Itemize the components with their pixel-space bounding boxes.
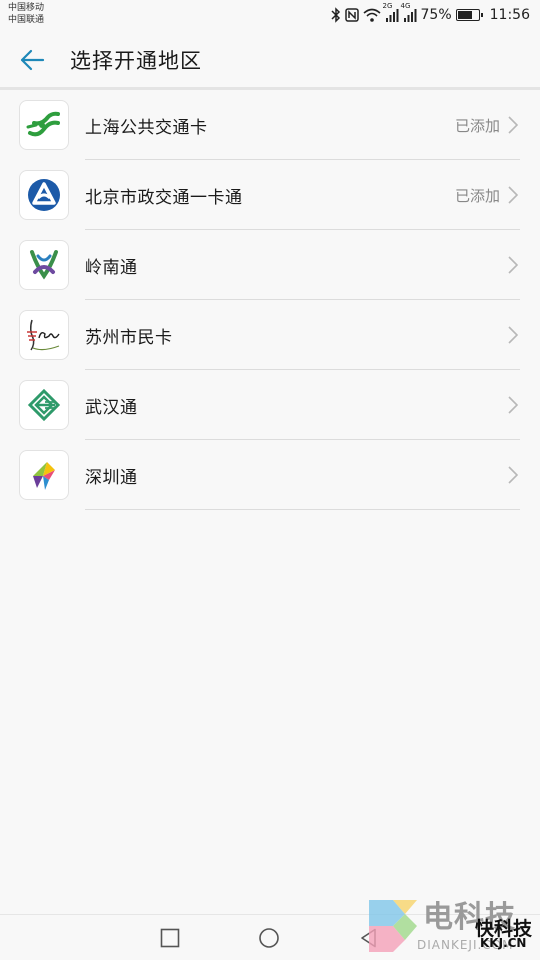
item-label: 岭南通	[85, 258, 138, 278]
watermark: 电科技 DIANKEJI.COM 快科技 KKJ.CN	[365, 890, 540, 960]
list-item-beijing[interactable]: 北京市政交通一卡通 已添加	[0, 160, 540, 230]
chevron-right-icon	[508, 186, 519, 204]
added-status: 已添加	[454, 187, 500, 205]
chevron-right-icon	[508, 326, 519, 344]
home-icon[interactable]	[258, 927, 280, 949]
network-2g-label: 2G	[382, 2, 393, 10]
shenzhen-card-logo	[19, 450, 69, 500]
list-item-shanghai[interactable]: 上海公共交通卡 已添加	[0, 90, 540, 160]
chevron-right-icon	[508, 256, 519, 274]
arrow-left-icon	[20, 49, 45, 71]
signal-2g-icon: 2G	[383, 2, 399, 22]
status-icons: 2G 4G 75% 11:56	[330, 2, 530, 25]
list-item-lingnan[interactable]: 岭南通	[0, 230, 540, 300]
list-item-wuhan[interactable]: 武汉通	[0, 370, 540, 440]
list-item-suzhou[interactable]: 苏州市民卡	[0, 300, 540, 370]
beijing-card-logo	[19, 170, 69, 220]
wifi-icon	[362, 8, 381, 22]
bluetooth-icon	[330, 7, 341, 23]
lingnan-card-logo	[19, 240, 69, 290]
shanghai-card-logo	[19, 100, 69, 150]
list-item-shenzhen[interactable]: 深圳通	[0, 440, 540, 510]
recent-apps-icon[interactable]	[159, 927, 181, 949]
suzhou-card-logo	[19, 310, 69, 360]
status-bar: 中国移动 中国联通 2G 4G 75% 11:56	[0, 0, 540, 30]
network-4g-label: 4G	[400, 2, 411, 10]
item-label: 深圳通	[85, 468, 138, 488]
item-label: 北京市政交通一卡通	[85, 188, 243, 208]
item-label: 苏州市民卡	[85, 328, 173, 348]
battery-icon	[455, 9, 483, 21]
app-bar: 选择开通地区	[0, 30, 540, 88]
region-list: 上海公共交通卡 已添加 北京市政交通一卡通 已添加 岭南通 苏州市民卡 武汉通 …	[0, 90, 540, 510]
added-status: 已添加	[454, 117, 500, 135]
page-title: 选择开通地区	[70, 49, 202, 73]
chevron-right-icon	[508, 396, 519, 414]
chevron-right-icon	[508, 116, 519, 134]
watermark-brand-url: KKJ.CN	[480, 936, 527, 950]
divider	[85, 509, 520, 510]
clock: 11:56	[489, 7, 530, 23]
signal-4g-icon: 4G	[401, 2, 417, 22]
chevron-right-icon	[508, 466, 519, 484]
watermark-logo	[369, 900, 417, 952]
item-label: 武汉通	[85, 398, 138, 418]
carrier-info: 中国移动 中国联通	[8, 2, 44, 26]
carrier-2: 中国联通	[8, 15, 45, 25]
nfc-icon	[344, 8, 359, 22]
back-button[interactable]	[16, 44, 48, 76]
wuhan-card-logo	[19, 380, 69, 430]
carrier-1: 中国移动	[8, 3, 45, 13]
battery-percent: 75%	[420, 7, 452, 23]
item-label: 上海公共交通卡	[85, 118, 208, 138]
